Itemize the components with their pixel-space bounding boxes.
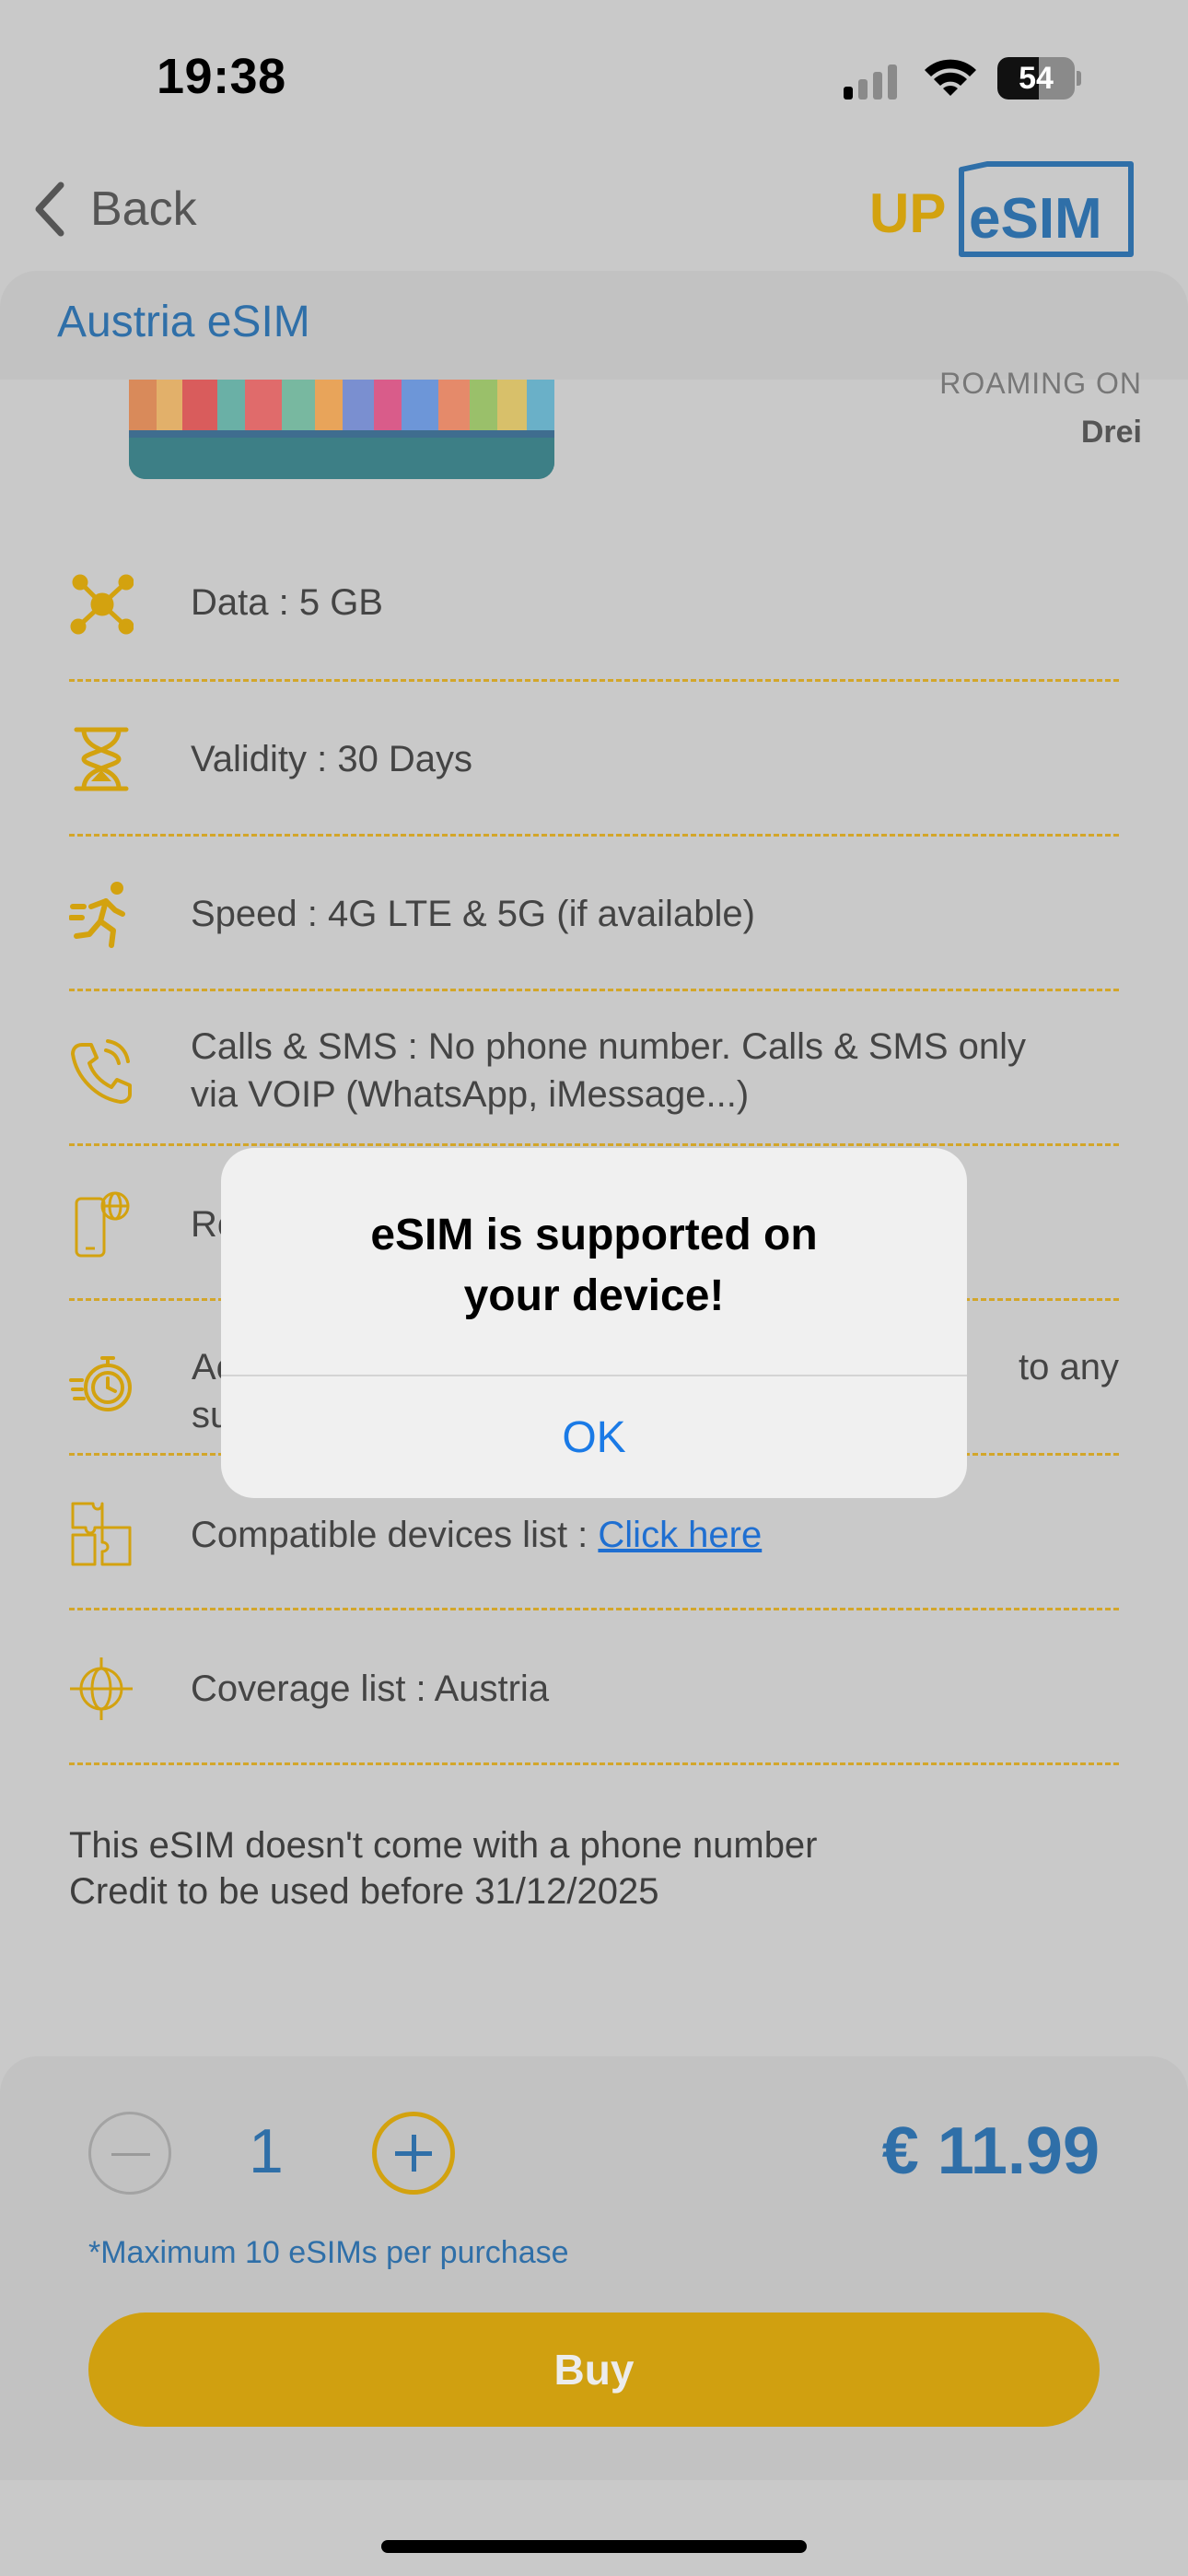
- esim-card-image: [129, 380, 554, 479]
- feature-text: Calls & SMS : No phone number. Calls & S…: [191, 1023, 1026, 1118]
- feature-coverage: Coverage list : Austria: [69, 1654, 1119, 1724]
- feature-text-line2: via VOIP (WhatsApp, iMessage...): [191, 1074, 750, 1115]
- home-indicator[interactable]: [381, 2540, 807, 2553]
- battery-icon: 54: [997, 57, 1081, 100]
- divider: [69, 679, 1119, 682]
- back-button[interactable]: Back: [31, 180, 197, 239]
- alert-ok-button[interactable]: OK: [221, 1376, 967, 1498]
- page-title: Austria eSIM: [57, 298, 310, 346]
- chevron-left-icon: [35, 181, 64, 237]
- feature-validity: Validity : 30 Days: [69, 724, 1119, 794]
- feature-text: Speed : 4G LTE & 5G (if available): [191, 894, 755, 934]
- alert-dialog: eSIM is supported on your device! OK: [221, 1148, 967, 1498]
- feature-text: Validity : 30 Days: [191, 739, 473, 779]
- feature-speed: Speed : 4G LTE & 5G (if available): [69, 879, 1119, 949]
- alert-title-line2: your device!: [463, 1271, 725, 1320]
- feature-text: Compatible devices list : Click here: [191, 1511, 762, 1559]
- wifi-icon: [925, 59, 976, 96]
- divider: [69, 1762, 1119, 1765]
- globe-target-icon: [70, 1657, 133, 1720]
- alert-title: eSIM is supported on your device!: [258, 1205, 930, 1327]
- cellular-signal-icon: [844, 64, 897, 100]
- divider: [69, 1143, 1119, 1146]
- svg-text:eSIM: eSIM: [969, 187, 1102, 251]
- roaming-label: ROAMING ON: [939, 367, 1142, 400]
- feature-data: Data : 5 GB: [69, 568, 1119, 638]
- feature-calls-sms: Calls & SMS : No phone number. Calls & S…: [69, 1023, 1119, 1118]
- click-here-link[interactable]: Click here: [598, 1515, 762, 1555]
- esim-note: This eSIM doesn't come with a phone numb…: [69, 1822, 818, 1914]
- note-line1: This eSIM doesn't come with a phone numb…: [69, 1825, 818, 1866]
- status-time: 19:38: [157, 49, 286, 104]
- upesim-logo: UP eSIM: [869, 161, 1134, 257]
- decrease-quantity-button[interactable]: [88, 2112, 171, 2195]
- running-person-icon: [69, 882, 125, 948]
- phone-call-icon: [71, 1039, 132, 1104]
- back-label: Back: [90, 182, 197, 236]
- hourglass-icon: [74, 727, 129, 791]
- divider: [69, 834, 1119, 837]
- alert-title-line1: eSIM is supported on: [370, 1211, 818, 1259]
- buy-button[interactable]: Buy: [88, 2313, 1100, 2427]
- feature-compatible-devices: Compatible devices list : Click here: [69, 1500, 1119, 1570]
- feature-text: Data : 5 GB: [191, 582, 383, 623]
- feature-text-line1-right: to any: [1019, 1347, 1119, 1388]
- puzzle-icon: [71, 1502, 132, 1566]
- note-line2: Credit to be used before 31/12/2025: [69, 1871, 659, 1912]
- battery-level: 54: [1019, 61, 1054, 96]
- roaming-network: Drei: [1080, 415, 1142, 450]
- increase-quantity-button[interactable]: [372, 2112, 455, 2195]
- feature-text: Coverage list : Austria: [191, 1669, 550, 1709]
- network-nodes-icon: [70, 574, 134, 635]
- svg-text:UP: UP: [869, 182, 946, 244]
- compatible-devices-label: Compatible devices list :: [191, 1515, 599, 1555]
- phone-globe-icon: [75, 1191, 130, 1258]
- max-purchase-note: *Maximum 10 eSIMs per purchase: [88, 2235, 569, 2270]
- divider: [69, 989, 1119, 991]
- divider: [69, 1608, 1119, 1610]
- stopwatch-icon: [69, 1356, 132, 1411]
- quantity-value: 1: [249, 2116, 284, 2186]
- price: € 11.99: [881, 2114, 1100, 2188]
- feature-text-line1: Calls & SMS : No phone number. Calls & S…: [191, 1026, 1027, 1067]
